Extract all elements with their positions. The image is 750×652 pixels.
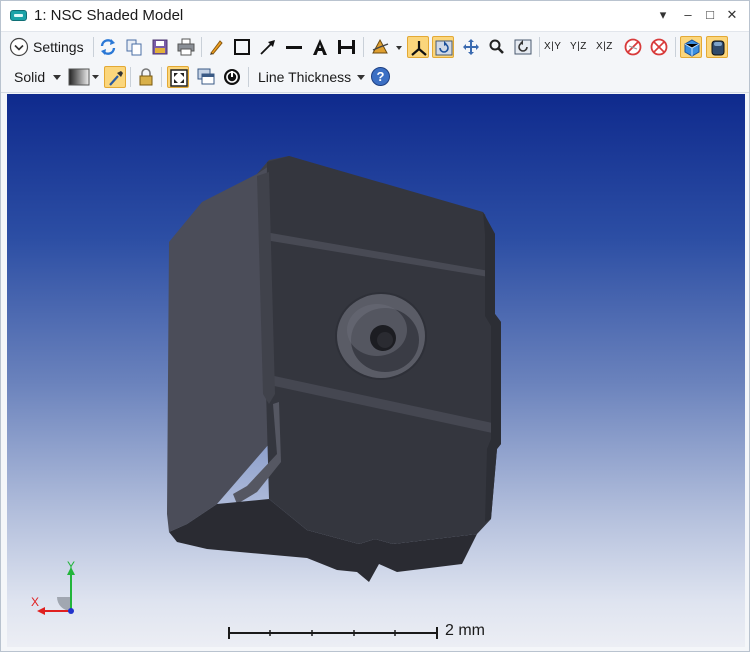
view-xy-button[interactable]: X|Y [544,36,568,58]
caret-down-icon [357,75,365,80]
solid-cylinder-icon [711,40,725,56]
z-axis-dot [68,608,74,614]
copy-icon [126,39,142,56]
text-a-icon [313,39,327,55]
toolbar-separator [675,37,676,57]
zoom-button[interactable] [486,36,508,58]
lock-button[interactable] [135,66,157,88]
view-xz-button[interactable]: X|Z [596,36,620,58]
toolbar-separator [363,37,364,57]
fit-to-window-icon [170,69,188,87]
fit-view-toggle[interactable] [167,66,189,88]
pencil-icon [210,40,223,55]
gradient-icon [68,68,99,86]
settings-button[interactable]: Settings [8,36,88,58]
toolbar-row-1: Settings X|Y Y|Z X|Z [1,32,749,62]
power-button[interactable] [221,66,243,88]
magnifier-icon [489,39,504,54]
view-axes-icon [372,38,402,54]
arrow-tool-button[interactable] [257,36,279,58]
draw-pencil-button[interactable] [205,36,227,58]
toolbar-row-2: Solid Line Thickness ? [1,62,749,93]
copy-button[interactable] [123,36,145,58]
no-rays-icon [624,38,642,56]
scale-bar-label: 2 mm [445,622,485,639]
text-tool-button[interactable] [309,36,331,58]
rectangle-tool-button[interactable] [231,36,253,58]
window-title: 1: NSC Shaded Model [34,7,184,24]
help-button[interactable]: ? [371,66,391,88]
pan-arrows-icon [463,39,479,55]
refresh-icon [100,39,116,55]
toolbar-separator [201,37,202,57]
line-thickness-label: Line Thickness [258,69,352,85]
power-clock-icon [224,69,240,85]
dimension-icon [338,40,355,54]
cube-icon [684,39,700,57]
save-image-icon [152,39,168,55]
reset-view-button[interactable] [512,36,534,58]
maximize-button[interactable]: □ [701,6,719,24]
background-gradient-dropdown[interactable] [68,66,100,88]
chevron-down-circle-icon [9,37,29,57]
toolbar-separator [161,67,162,87]
no-objects-icon [650,38,668,56]
scale-bar-ruler [228,627,438,639]
line-tool-button[interactable] [283,36,305,58]
solid-mode-toggle[interactable] [706,36,728,58]
settings-label: Settings [33,39,84,55]
shaded-mode-toggle[interactable] [680,36,702,58]
axes-tripod-icon [411,41,427,56]
window-stack-icon [197,68,215,85]
toolbar-separator [130,67,131,87]
window-app-icon [10,10,27,21]
lock-icon [139,68,153,86]
caret-down-icon [53,75,61,80]
rectangle-icon [234,39,250,55]
save-button[interactable] [149,36,171,58]
shaded-3d-model [167,156,501,582]
render-mode-dropdown[interactable]: Solid [8,66,64,88]
line-icon [286,46,302,49]
print-button[interactable] [175,36,197,58]
view-yz-button[interactable]: Y|Z [570,36,594,58]
orientation-axes-indicator: Y X [31,559,75,615]
toolbar-separator [248,67,249,87]
arrow-icon [260,40,275,55]
show-axes-toggle[interactable] [407,36,429,58]
minimize-button[interactable]: – [679,6,697,24]
auto-rotate-toggle[interactable] [432,36,454,58]
view-preset-dropdown[interactable] [369,36,403,58]
copy-image-button[interactable] [195,66,217,88]
update-button[interactable] [97,36,119,58]
reset-rotation-icon [514,39,532,55]
rotate-view-icon [435,40,453,56]
pick-color-toggle[interactable] [104,66,126,88]
printer-icon [177,38,195,56]
dimension-tool-button[interactable] [335,36,357,58]
close-button[interactable]: ✕ [723,6,741,24]
toolbar-separator [93,37,94,57]
hide-objects-button[interactable] [648,36,670,58]
hide-rays-button[interactable] [622,36,644,58]
x-axis-label: X [31,595,39,609]
y-axis-label: Y [67,559,75,573]
help-icon: ? [371,67,390,86]
scale-bar: 2 mm [227,618,527,644]
window-menu-button[interactable]: ▾ [654,6,672,24]
line-thickness-dropdown[interactable]: Line Thickness [253,66,367,88]
nsc-shaded-model-window: 1: NSC Shaded Model ▾ – □ ✕ Settings X|Y… [0,0,750,652]
title-bar: 1: NSC Shaded Model ▾ – □ ✕ [1,1,749,32]
shaded-model-viewport[interactable]: Y X 2 mm [7,94,745,647]
pan-button[interactable] [460,36,482,58]
eyedropper-icon [109,71,123,86]
render-mode-value: Solid [14,69,46,85]
toolbar-separator [539,37,540,57]
